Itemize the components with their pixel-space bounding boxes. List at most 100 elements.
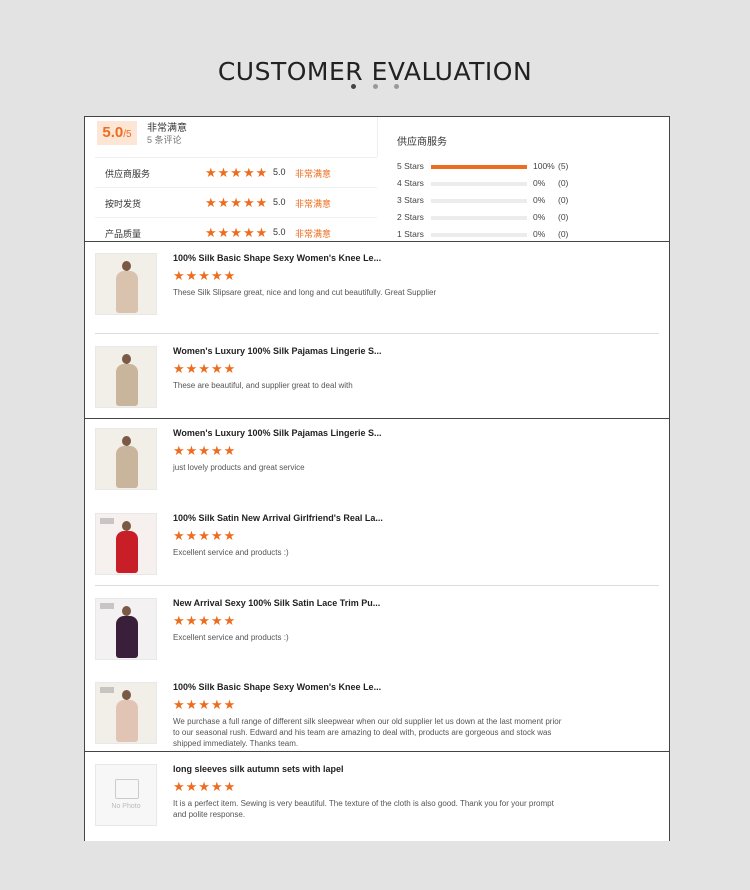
rating-text: 非常满意 (295, 169, 332, 179)
product-title[interactable]: New Arrival Sexy 100% Silk Satin Lace Tr… (173, 598, 380, 608)
distribution-count: (5) (558, 161, 569, 171)
rating-row: 按时发货 ★★★★★ 5.0 非常满意 (95, 188, 377, 218)
review-item[interactable]: No Photo long sleeves silk autumn sets w… (95, 764, 661, 826)
distribution-count: (0) (558, 229, 569, 239)
product-title[interactable]: 100% Silk Satin New Arrival Girlfriend's… (173, 513, 383, 523)
product-thumbnail[interactable] (95, 682, 157, 744)
review-count: 5 条评论 (147, 135, 182, 145)
star-icon: ★★★★★ (173, 613, 237, 628)
garment-shape (116, 446, 138, 488)
review-item[interactable]: 100% Silk Basic Shape Sexy Women's Knee … (95, 253, 661, 315)
review-comment: It is a perfect item. Sewing is very bea… (173, 799, 554, 819)
product-thumbnail[interactable] (95, 598, 157, 660)
distribution-bar (431, 216, 527, 220)
distribution-label: 1 Stars (397, 229, 424, 239)
distribution-count: (0) (558, 212, 569, 222)
review-divider (95, 333, 659, 334)
rating-value: 5.0 (273, 167, 286, 177)
product-title[interactable]: Women's Luxury 100% Silk Pajamas Lingeri… (173, 346, 382, 356)
distribution-label: 3 Stars (397, 195, 424, 205)
distribution-bar (431, 199, 527, 203)
star-icon: ★★★★★ (173, 443, 237, 458)
rating-value: 5.0 (273, 227, 286, 237)
supplier-service-title: 供应商服务 (397, 137, 447, 148)
score-value: 5.0 (102, 124, 124, 141)
garment-shape (116, 531, 138, 573)
product-thumbnail[interactable] (95, 513, 157, 575)
model-figure (122, 436, 131, 446)
review-divider (95, 585, 659, 586)
product-thumbnail[interactable] (95, 253, 157, 315)
distribution-bar (431, 165, 527, 169)
review-comment: These Silk Slipsare great, nice and long… (173, 288, 437, 297)
distribution-bar (431, 182, 527, 186)
review-comment: We purchase a full range of different si… (173, 717, 562, 748)
model-figure (122, 354, 131, 364)
review-comment: These are beautiful, and supplier great … (173, 381, 353, 390)
star-icon: ★★★★★ (173, 528, 237, 543)
carousel-dot-1[interactable] (351, 84, 357, 89)
review-item[interactable]: 100% Silk Basic Shape Sexy Women's Knee … (95, 682, 661, 748)
image-placeholder-icon (115, 779, 139, 799)
rating-row: 供应商服务 ★★★★★ 5.0 非常满意 (95, 158, 377, 188)
model-figure (122, 521, 131, 531)
distribution-percent: 100% (533, 161, 555, 171)
star-icon: ★★★★★ (173, 268, 237, 283)
product-title[interactable]: 100% Silk Basic Shape Sexy Women's Knee … (173, 682, 381, 692)
star-icon: ★★★★★ (205, 225, 269, 240)
product-thumbnail[interactable] (95, 428, 157, 490)
reviews-panel: No Photo long sleeves silk autumn sets w… (84, 751, 670, 841)
review-item[interactable]: Women's Luxury 100% Silk Pajamas Lingeri… (95, 428, 661, 490)
star-icon: ★★★★★ (173, 697, 237, 712)
product-title[interactable]: Women's Luxury 100% Silk Pajamas Lingeri… (173, 428, 382, 438)
divider (377, 117, 378, 157)
rating-summary-panel: 5.0/5 非常满意 5 条评论 供应商服务 ★★★★★ 5.0 非常满意 按时… (84, 116, 670, 242)
distribution-percent: 0% (533, 212, 546, 222)
distribution-count: (0) (558, 195, 569, 205)
star-distribution-row: 3 Stars 0% (0) (397, 195, 597, 207)
garment-shape (116, 700, 138, 742)
star-icon: ★★★★★ (173, 361, 237, 376)
rating-text: 非常满意 (295, 199, 332, 209)
distribution-percent: 0% (533, 178, 546, 188)
distribution-label: 5 Stars (397, 161, 424, 171)
score-badge: 5.0/5 (97, 121, 137, 145)
reviews-panel: Women's Luxury 100% Silk Pajamas Lingeri… (84, 418, 670, 752)
distribution-label: 4 Stars (397, 178, 424, 188)
satisfaction-label: 非常满意 (147, 123, 187, 134)
rating-label: 按时发货 (105, 199, 142, 209)
review-item[interactable]: New Arrival Sexy 100% Silk Satin Lace Tr… (95, 598, 661, 660)
distribution-count: (0) (558, 178, 569, 188)
rating-row: 产品质量 ★★★★★ 5.0 非常满意 (95, 218, 377, 241)
product-thumbnail[interactable]: No Photo (95, 764, 157, 826)
distribution-bar-fill (431, 165, 527, 169)
star-distribution-row: 2 Stars 0% (0) (397, 212, 597, 224)
carousel-dot-2[interactable] (372, 84, 378, 89)
review-comment: Excellent service and products :) (173, 548, 289, 557)
product-title[interactable]: 100% Silk Basic Shape Sexy Women's Knee … (173, 253, 381, 263)
star-icon: ★★★★★ (173, 779, 237, 794)
product-thumbnail[interactable] (95, 346, 157, 408)
star-icon: ★★★★★ (205, 195, 269, 210)
rating-breakdown: 供应商服务 ★★★★★ 5.0 非常满意 按时发货 ★★★★★ 5.0 非常满意… (95, 157, 377, 241)
distribution-percent: 0% (533, 229, 546, 239)
carousel-dots (0, 76, 750, 94)
review-comment: Excellent service and products :) (173, 633, 289, 642)
model-figure (122, 261, 131, 271)
rating-value: 5.0 (273, 197, 286, 207)
distribution-percent: 0% (533, 195, 546, 205)
review-item[interactable]: 100% Silk Satin New Arrival Girlfriend's… (95, 513, 661, 575)
reviews-panel: 100% Silk Basic Shape Sexy Women's Knee … (84, 241, 670, 419)
product-title[interactable]: long sleeves silk autumn sets with lapel (173, 764, 344, 774)
star-distribution-row: 1 Stars 0% (0) (397, 229, 597, 241)
brand-logo (100, 603, 114, 609)
distribution-label: 2 Stars (397, 212, 424, 222)
star-distribution-row: 4 Stars 0% (0) (397, 178, 597, 190)
carousel-dot-3[interactable] (393, 84, 399, 89)
distribution-bar (431, 233, 527, 237)
brand-logo (100, 687, 114, 693)
no-photo-label: No Photo (111, 803, 141, 810)
rating-label: 产品质量 (105, 229, 142, 239)
model-figure (122, 690, 131, 700)
review-item[interactable]: Women's Luxury 100% Silk Pajamas Lingeri… (95, 346, 661, 408)
